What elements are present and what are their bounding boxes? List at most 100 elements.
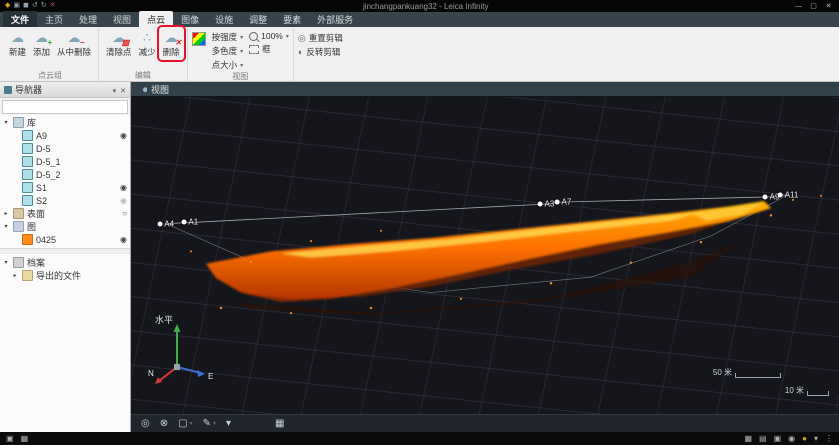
tree-item-s2[interactable]: S2◉ (0, 194, 130, 207)
invert-clip-button[interactable]: ◐ 反转剪辑 (298, 46, 343, 58)
tab-infrastructure[interactable]: 设施 (207, 11, 241, 27)
link-view-icon: ⊗ (160, 416, 168, 432)
visibility-eye-icon[interactable]: ◉ (120, 235, 127, 245)
imagegroup-icon (22, 234, 33, 245)
expander-icon[interactable]: ▸ (11, 272, 19, 279)
snap-toggle-icon[interactable]: ▣ (774, 433, 782, 445)
delete-points-button[interactable]: ☁✕ 删除 (160, 28, 183, 59)
orbit-mode-icon[interactable]: ◉ (788, 433, 795, 445)
viewport-canvas[interactable]: A4A1A3A7A9A11 水平 E N 50 米 (131, 97, 839, 414)
tree-item-label: S2 (36, 196, 117, 206)
tab-adjustments[interactable]: 调整 (241, 11, 275, 27)
grid-toggle-button[interactable]: ▦ (275, 416, 284, 432)
reduce-points-button[interactable]: ∴ 减少 (136, 28, 159, 59)
status-indicator-icon[interactable]: ● (802, 433, 807, 445)
expander-icon[interactable]: ▸ (2, 210, 10, 217)
tree-item-0425[interactable]: 0425◉ (0, 233, 130, 246)
tree-item-library[interactable]: ▾库 (0, 116, 130, 129)
survey-marker-a4[interactable]: A4 (157, 219, 174, 228)
tree-item-label: D-5_1 (36, 157, 127, 167)
markup-tool-icon: ✎ (203, 416, 211, 432)
pointcloud-add-icon: ☁+ (35, 31, 48, 45)
tree-item-d-5-1[interactable]: D-5_1 (0, 155, 130, 168)
close-button[interactable]: ✕ (821, 1, 836, 12)
tree-item-s1[interactable]: S1◉ (0, 181, 130, 194)
tree-item-surfaces[interactable]: ▸表面○ (0, 207, 130, 220)
reset-clip-button[interactable]: ◎ 重置剪辑 (298, 32, 343, 44)
point-size-dropdown[interactable]: 点大小 ▾ (212, 59, 244, 71)
minimize-button[interactable]: — (791, 1, 806, 12)
ribbon: ☁ 新建 ☁+ 添加 ☁− 从中删除 点云组 ☁▨ 清除点 (0, 27, 839, 82)
new-pointcloud-button[interactable]: ☁ 新建 (6, 28, 29, 59)
marker-dot-icon (778, 192, 783, 197)
save-icon[interactable]: ◼ (23, 1, 29, 11)
new-project-icon[interactable]: ▣ (13, 1, 20, 11)
split-view-icon[interactable]: ▤ (759, 433, 767, 445)
tree-item-images[interactable]: ▾图 (0, 220, 130, 233)
panel-close-icon[interactable]: ✕ (120, 88, 126, 95)
visibility-eye-icon[interactable]: ○ (122, 209, 127, 219)
tree-item-d-5-2[interactable]: D-5_2 (0, 168, 130, 181)
expander-icon[interactable]: ▾ (2, 119, 10, 126)
expander-icon[interactable]: ▾ (2, 259, 10, 266)
redo-icon[interactable]: ↻ (41, 1, 47, 11)
close-project-icon[interactable]: ✕ (50, 1, 56, 11)
zoom-level-dropdown[interactable]: 100% ▾ (249, 31, 289, 41)
tree-item-a9[interactable]: A9◉ (0, 129, 130, 142)
tab-home[interactable]: 主页 (37, 11, 71, 27)
survey-marker-a1[interactable]: A1 (181, 218, 198, 227)
settings-caret-icon[interactable]: ▾ (814, 433, 818, 445)
window-grid-icon[interactable]: ▦ (21, 433, 29, 445)
tab-services[interactable]: 外部服务 (309, 11, 361, 27)
tab-features[interactable]: 要素 (275, 11, 309, 27)
tab-view[interactable]: 视图 (105, 11, 139, 27)
tab-imaging[interactable]: 图像 (173, 11, 207, 27)
multichrome-dropdown[interactable]: 多色度 ▾ (212, 45, 244, 57)
station-icon (22, 156, 33, 167)
survey-marker-a3[interactable]: A3 (537, 200, 554, 209)
render-mode-button[interactable]: ◎ (141, 416, 150, 432)
tab-processing[interactable]: 处理 (71, 11, 105, 27)
tree-item-exported-files[interactable]: ▸导出的文件 (0, 269, 130, 282)
zoom-frame-button[interactable]: 框 (249, 43, 289, 55)
survey-marker-a7[interactable]: A7 (554, 198, 571, 207)
expander-icon[interactable]: ▾ (2, 223, 10, 230)
visibility-eye-icon[interactable]: ◉ (120, 183, 127, 193)
navigator-search-input[interactable] (2, 100, 128, 114)
app-icon[interactable]: ◆ (5, 1, 10, 11)
tab-file[interactable]: 文件 (3, 11, 37, 27)
view-cube-icon[interactable]: ▦ (744, 433, 752, 445)
add-to-pointcloud-button[interactable]: ☁+ 添加 (30, 28, 53, 59)
button-label: 减少 (139, 46, 156, 58)
tree-item-label: D-5_2 (36, 170, 127, 180)
tree-item-d-5[interactable]: D-5 (0, 142, 130, 155)
visibility-eye-icon[interactable]: ◉ (120, 196, 127, 206)
dropdown-label: 点大小 (212, 59, 238, 71)
grid-toggle-icon: ▦ (275, 416, 284, 432)
visibility-menu-button[interactable]: ▾ (226, 416, 231, 432)
tree-item-label: 0425 (36, 235, 117, 245)
tab-pointcloud[interactable]: 点云 (139, 11, 173, 27)
undo-icon[interactable]: ↺ (32, 1, 38, 11)
window-controls: —▢✕ (791, 1, 839, 12)
maximize-button[interactable]: ▢ (806, 1, 821, 12)
visibility-eye-icon[interactable]: ◉ (120, 131, 127, 141)
color-by-intensity-dropdown[interactable]: 按强度 ▾ (212, 31, 244, 43)
chevron-down-icon: ▾ (240, 62, 243, 69)
invert-clip-icon: ◐ (298, 47, 303, 57)
remove-from-pointcloud-button[interactable]: ☁− 从中删除 (54, 28, 94, 59)
station-icon (22, 130, 33, 141)
window-restore-icon[interactable]: ▣ (6, 433, 14, 445)
clear-points-button[interactable]: ☁▨ 清除点 (103, 28, 135, 59)
survey-marker-a11[interactable]: A11 (778, 190, 799, 199)
axis-east-label: E (208, 372, 213, 381)
more-options-icon[interactable]: ⋮ (825, 433, 833, 445)
scale-label: 10 米 (785, 385, 804, 396)
rgb-coloring-button[interactable] (192, 32, 206, 46)
marker-dot-icon (157, 221, 162, 226)
panel-menu-icon[interactable]: ▾ (113, 88, 117, 95)
view-preset-button[interactable]: ▢▾ (178, 416, 192, 432)
tree-item-archive[interactable]: ▾档案 (0, 256, 130, 269)
markup-tool-button[interactable]: ✎▾ (203, 416, 216, 432)
link-view-button[interactable]: ⊗ (160, 416, 168, 432)
